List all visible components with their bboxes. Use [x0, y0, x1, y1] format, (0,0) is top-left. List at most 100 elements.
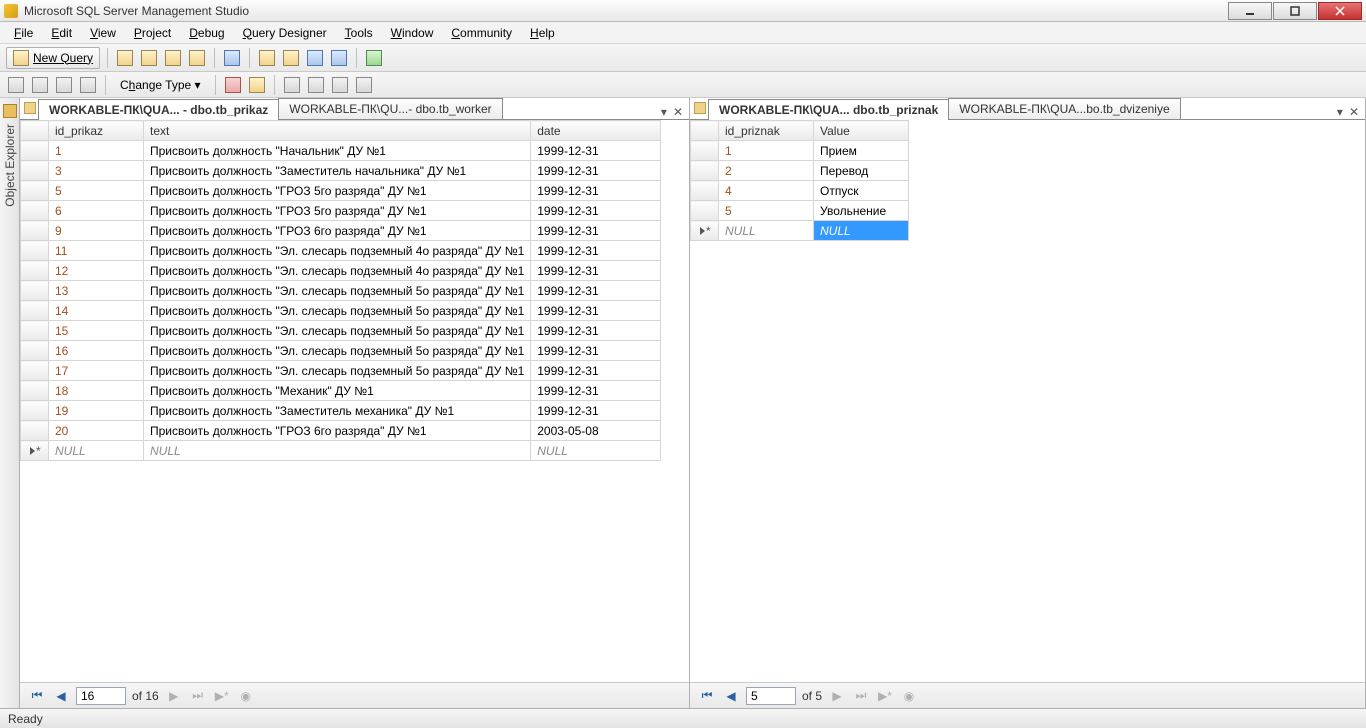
menu-project[interactable]: Project [126, 24, 179, 42]
table-row[interactable]: 2Перевод [691, 161, 909, 181]
table-row[interactable]: 17Присвоить должность "Эл. слесарь подзе… [21, 361, 661, 381]
verify-sql-icon[interactable] [247, 75, 267, 95]
separator [215, 75, 216, 95]
right-document-tabs: WORKABLE-ПК\QUA... dbo.tb_priznak WORKAB… [690, 98, 1365, 120]
tab-tb-prikaz[interactable]: WORKABLE-ПК\QUA... - dbo.tb_prikaz [38, 99, 279, 120]
statusbar: Ready [0, 708, 1366, 728]
analysis-query-icon[interactable] [139, 48, 159, 68]
folder-icon[interactable] [281, 48, 301, 68]
table-row[interactable]: 5Увольнение [691, 201, 909, 221]
show-sql-icon[interactable] [54, 75, 74, 95]
menu-file[interactable]: File [6, 24, 41, 42]
nav-new-icon[interactable]: ▶* [876, 687, 894, 705]
object-explorer-icon [3, 104, 17, 118]
minimize-button[interactable] [1228, 2, 1272, 20]
table-row[interactable]: 11Присвоить должность "Эл. слесарь подзе… [21, 241, 661, 261]
folder-open-icon[interactable] [257, 48, 277, 68]
group-by-icon[interactable] [354, 75, 374, 95]
sort-asc-icon[interactable] [282, 75, 302, 95]
table-row[interactable]: 18Присвоить должность "Механик" ДУ №1199… [21, 381, 661, 401]
table-row-new[interactable]: *NULLNULL [691, 221, 909, 241]
show-diagram-icon[interactable] [6, 75, 26, 95]
maximize-button[interactable] [1273, 2, 1317, 20]
separator [105, 75, 106, 95]
close-button[interactable] [1318, 2, 1362, 20]
table-row[interactable]: 1Присвоить должность "Начальник" ДУ №119… [21, 141, 661, 161]
table-row[interactable]: 3Присвоить должность "Заместитель началь… [21, 161, 661, 181]
window-title: Microsoft SQL Server Management Studio [24, 4, 249, 18]
svg-text:*: * [706, 224, 711, 238]
save-icon[interactable] [305, 48, 325, 68]
table-row[interactable]: 15Присвоить должность "Эл. слесарь подзе… [21, 321, 661, 341]
db-engine-query-icon[interactable] [115, 48, 135, 68]
nav-stop-icon[interactable]: ◉ [900, 687, 918, 705]
activity-monitor-icon[interactable] [364, 48, 384, 68]
nav-next-icon[interactable]: ▶ [165, 687, 183, 705]
tab-dropdown-icon[interactable]: ▾ [661, 105, 667, 119]
show-criteria-icon[interactable] [30, 75, 50, 95]
nav-position-input[interactable] [746, 687, 796, 705]
right-grid[interactable]: id_priznakValue1Прием2Перевод4Отпуск5Уво… [690, 120, 1365, 682]
menu-view[interactable]: View [82, 24, 124, 42]
table-row[interactable]: 4Отпуск [691, 181, 909, 201]
table-row[interactable]: 16Присвоить должность "Эл. слесарь подзе… [21, 341, 661, 361]
object-explorer-tab[interactable]: Object Explorer [0, 98, 20, 708]
table-row[interactable]: 6Присвоить должность "ГРОЗ 5го разряда" … [21, 201, 661, 221]
nav-first-icon[interactable]: ⏮ [28, 687, 46, 705]
nav-first-icon[interactable]: ⏮ [698, 687, 716, 705]
separator [249, 48, 250, 68]
table-row[interactable]: 20Присвоить должность "ГРОЗ 6го разряда"… [21, 421, 661, 441]
menu-help[interactable]: Help [522, 24, 563, 42]
menu-tools[interactable]: Tools [337, 24, 381, 42]
nav-new-icon[interactable]: ▶* [213, 687, 231, 705]
table-row[interactable]: 14Присвоить должность "Эл. слесарь подзе… [21, 301, 661, 321]
nav-last-icon[interactable]: ⏭ [189, 687, 207, 705]
object-explorer-label: Object Explorer [3, 124, 17, 209]
workspace: Object Explorer WORKABLE-ПК\QUA... - dbo… [0, 98, 1366, 708]
left-grid[interactable]: id_prikaztextdate1Присвоить должность "Н… [20, 120, 689, 682]
table-row[interactable]: 9Присвоить должность "ГРОЗ 6го разряда" … [21, 221, 661, 241]
nav-stop-icon[interactable]: ◉ [237, 687, 255, 705]
left-pane: WORKABLE-ПК\QUA... - dbo.tb_prikaz WORKA… [20, 98, 690, 708]
tab-tb-priznak[interactable]: WORKABLE-ПК\QUA... dbo.tb_priznak [708, 99, 949, 120]
tab-tb-worker[interactable]: WORKABLE-ПК\QU...- dbo.tb_worker [278, 98, 502, 119]
menu-query-designer[interactable]: Query Designer [235, 24, 335, 42]
menu-window[interactable]: Window [383, 24, 442, 42]
menu-edit[interactable]: Edit [43, 24, 80, 42]
new-query-button[interactable]: New Query [6, 47, 100, 69]
dmx-query-icon[interactable] [187, 48, 207, 68]
table-row[interactable]: 5Присвоить должность "ГРОЗ 5го разряда" … [21, 181, 661, 201]
window-controls [1227, 2, 1362, 20]
show-results-icon[interactable] [78, 75, 98, 95]
save-all-icon[interactable] [329, 48, 349, 68]
menu-community[interactable]: Community [443, 24, 520, 42]
tab-dropdown-icon[interactable]: ▾ [1337, 105, 1343, 119]
nav-prev-icon[interactable]: ◀ [52, 687, 70, 705]
tab-close-icon[interactable]: ✕ [1349, 105, 1359, 119]
sort-desc-icon[interactable] [306, 75, 326, 95]
new-query-label: New Query [33, 51, 93, 65]
left-tab-controls: ▾ ✕ [661, 105, 689, 119]
nav-position-input[interactable] [76, 687, 126, 705]
separator [274, 75, 275, 95]
menubar: File Edit View Project Debug Query Desig… [0, 22, 1366, 44]
table-row[interactable]: 19Присвоить должность "Заместитель механ… [21, 401, 661, 421]
table-row[interactable]: 12Присвоить должность "Эл. слесарь подзе… [21, 261, 661, 281]
menu-debug[interactable]: Debug [181, 24, 232, 42]
change-type-dropdown[interactable]: Change Type ▾ [113, 75, 208, 95]
remove-filter-icon[interactable] [330, 75, 350, 95]
nav-prev-icon[interactable]: ◀ [722, 687, 740, 705]
table-row[interactable]: 13Присвоить должность "Эл. слесарь подзе… [21, 281, 661, 301]
execute-icon[interactable] [223, 75, 243, 95]
tab-close-icon[interactable]: ✕ [673, 105, 683, 119]
tab-tb-dvizeniye[interactable]: WORKABLE-ПК\QUA...bo.tb_dvizeniye [948, 98, 1180, 119]
mdx-query-icon[interactable] [163, 48, 183, 68]
table-row-new[interactable]: *NULLNULLNULL [21, 441, 661, 461]
right-navigator: ⏮ ◀ of 5 ▶ ⏭ ▶* ◉ [690, 682, 1365, 708]
nav-last-icon[interactable]: ⏭ [852, 687, 870, 705]
nav-of-label: of 5 [802, 689, 822, 703]
open-file-icon[interactable] [222, 48, 242, 68]
separator [107, 48, 108, 68]
nav-next-icon[interactable]: ▶ [828, 687, 846, 705]
table-row[interactable]: 1Прием [691, 141, 909, 161]
